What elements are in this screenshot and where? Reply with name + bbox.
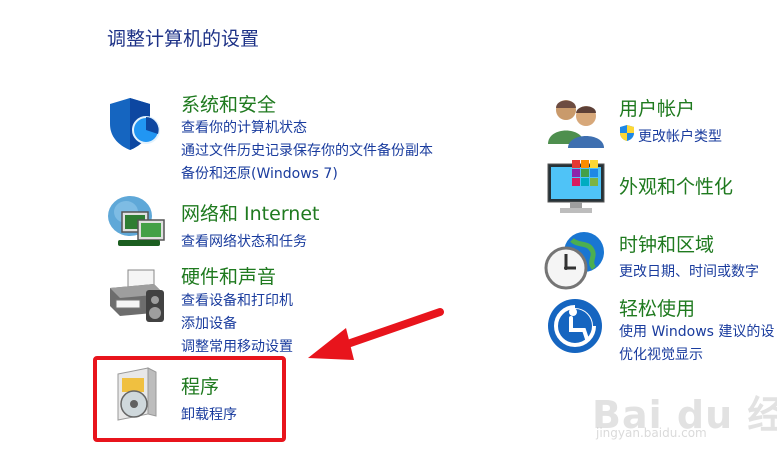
link-optimize-visual-display[interactable]: 优化视觉显示: [619, 344, 703, 364]
link-backup-restore[interactable]: 备份和还原(Windows 7): [181, 163, 338, 183]
link-change-account-type[interactable]: 更改帐户类型: [638, 126, 722, 146]
link-devices-printers[interactable]: 查看设备和打印机: [181, 290, 293, 310]
link-file-history-backup[interactable]: 通过文件历史记录保存你的文件备份副本: [181, 140, 433, 160]
category-title-appearance[interactable]: 外观和个性化: [619, 172, 733, 199]
link-view-network-status[interactable]: 查看网络状态和任务: [181, 231, 307, 251]
category-title-network[interactable]: 网络和 Internet: [181, 199, 319, 226]
highlight-box: [93, 356, 286, 442]
link-add-device[interactable]: 添加设备: [181, 313, 237, 333]
baidu-watermark-url: jingyan.baidu.com: [596, 426, 707, 440]
category-title-hardware[interactable]: 硬件和声音: [181, 262, 276, 289]
red-arrow-icon: [308, 308, 444, 360]
users-icon: [548, 100, 604, 148]
link-change-date-time[interactable]: 更改日期、时间或数字: [619, 261, 759, 281]
shield-icon: [110, 98, 160, 150]
page-title: 调整计算机的设置: [107, 28, 260, 50]
category-title-accounts[interactable]: 用户帐户: [619, 94, 695, 121]
printer-icon: [110, 269, 164, 322]
display-colors-icon: [547, 160, 605, 213]
link-view-computer-status[interactable]: 查看你的计算机状态: [181, 117, 307, 137]
network-monitors-icon: [108, 196, 165, 246]
category-title-clock[interactable]: 时钟和区域: [619, 230, 714, 257]
uac-shield-icon: [620, 125, 634, 141]
clock-globe-icon: [544, 232, 604, 290]
category-title-ease[interactable]: 轻松使用: [619, 294, 695, 321]
link-windows-suggested-settings[interactable]: 使用 Windows 建议的设: [619, 321, 774, 341]
category-title-security[interactable]: 系统和安全: [181, 90, 276, 117]
ease-of-access-icon: [548, 299, 602, 353]
link-mobility-settings[interactable]: 调整常用移动设置: [181, 336, 293, 356]
